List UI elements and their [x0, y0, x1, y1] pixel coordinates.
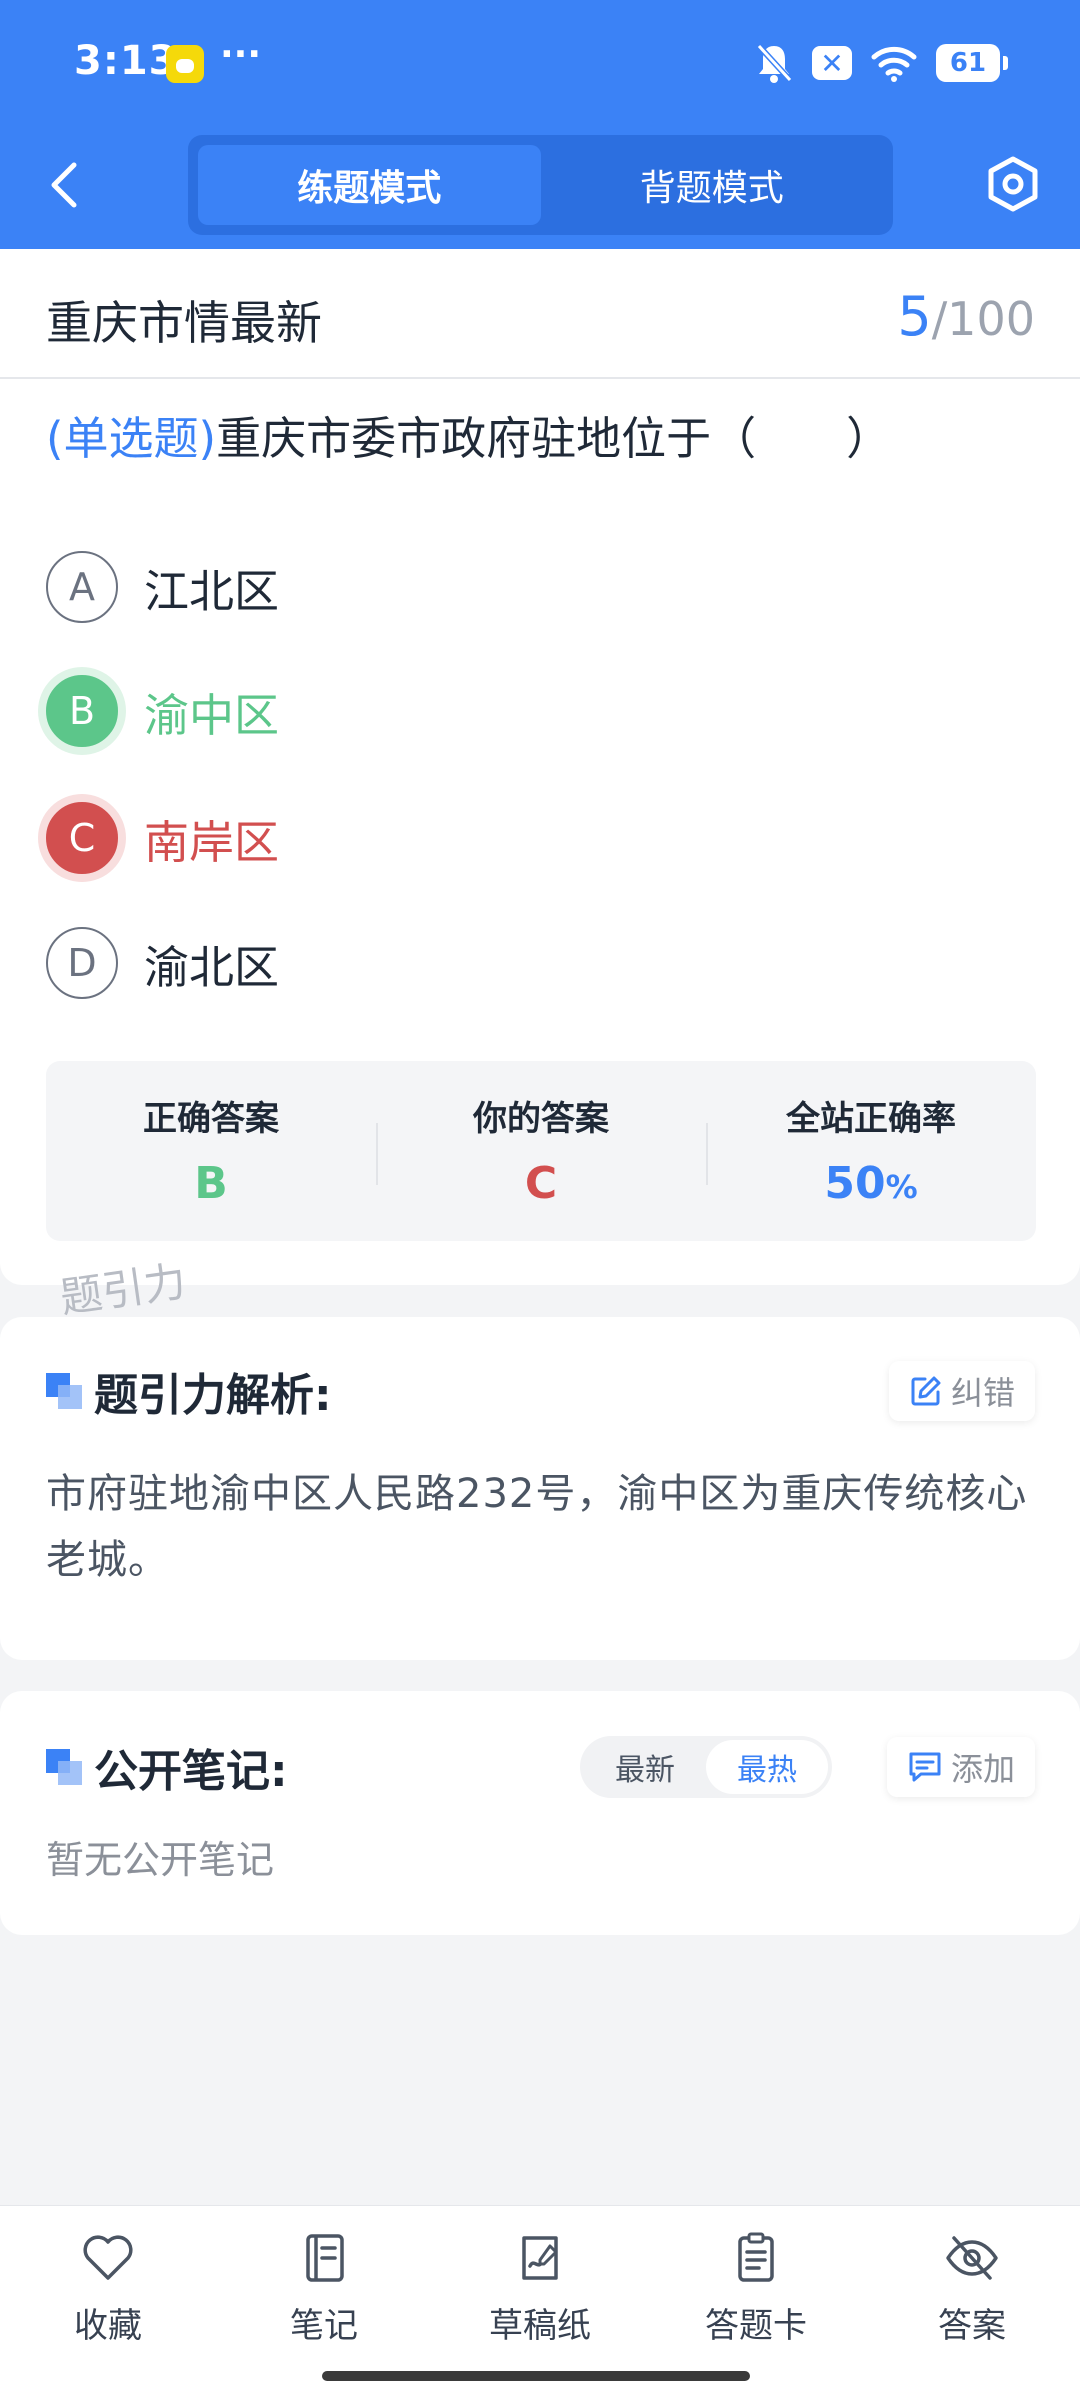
nav-favorite[interactable]: 收藏 [0, 2228, 216, 2347]
practice-screen: 3:13 ··· ✕ 61 练题模式 背题模式 重庆市情最新 5/100 (单选… [0, 0, 1080, 2400]
nav-notes[interactable]: 笔记 [216, 2228, 432, 2347]
question-text: (单选题)重庆市委市政府驻地位于（ ） [46, 407, 1036, 471]
rate-number: 50 [824, 1158, 886, 1209]
nav-label: 草稿纸 [489, 2306, 591, 2346]
question-card: 重庆市情最新 5/100 (单选题)重庆市委市政府驻地位于（ ） A 江北区 B… [0, 249, 1080, 1285]
option-d[interactable]: D 渝北区 [46, 925, 946, 1001]
public-notes-card: 公开笔记: 最新 最热 添加 暂无公开笔记 [0, 1691, 1080, 1935]
answer-sheet-icon [738, 2232, 774, 2282]
status-time: 3:13 [74, 38, 178, 84]
status-bar: 3:13 ··· ✕ 61 [0, 0, 1080, 125]
option-b[interactable]: B 渝中区 [46, 673, 946, 749]
comment-icon [909, 1752, 941, 1782]
tab-practice-mode[interactable]: 练题模式 [198, 145, 541, 225]
option-text: 江北区 [144, 564, 280, 618]
question-counter: 5/100 [897, 285, 1035, 348]
option-letter: C [46, 802, 118, 874]
analysis-text: 市府驻地渝中区人民路232号，渝中区为重庆传统核心老城。 [46, 1471, 1028, 1583]
notes-sort-toggle: 最新 最热 [580, 1736, 832, 1798]
eye-off-icon [946, 2236, 998, 2280]
analysis-title: 题引力解析: [94, 1370, 332, 1421]
correct-answer-value: B [194, 1158, 228, 1209]
report-error-button[interactable]: 纠错 [888, 1361, 1035, 1421]
add-note-label: 添加 [950, 1750, 1015, 1788]
question-bank-title: 重庆市情最新 [46, 296, 322, 350]
question-type: (单选题) [46, 412, 217, 465]
accuracy-rate-stat: 全站正确率 50% [706, 1061, 1036, 1241]
heart-icon [83, 2235, 133, 2280]
nav-label: 答题卡 [705, 2306, 807, 2346]
nav-answer[interactable]: 答案 [864, 2228, 1080, 2347]
header: 3:13 ··· ✕ 61 练题模式 背题模式 [0, 0, 1080, 249]
correct-answer-stat: 正确答案 B [46, 1061, 376, 1241]
add-note-button[interactable]: 添加 [886, 1737, 1035, 1797]
settings-hexagon-icon[interactable] [986, 155, 1040, 213]
mute-bell-icon [756, 43, 793, 83]
option-letter: B [46, 675, 118, 747]
app-notification-icon [166, 45, 204, 83]
status-icons: ✕ 61 [754, 40, 1008, 86]
option-c[interactable]: C 南岸区 [46, 800, 946, 876]
sort-hottest[interactable]: 最热 [706, 1740, 828, 1794]
back-arrow-icon[interactable] [44, 157, 84, 213]
report-error-label: 纠错 [950, 1374, 1015, 1412]
edit-icon [911, 1376, 941, 1406]
analysis-card: 题引力解析: 纠错 市府驻地渝中区人民路232号，渝中区为重庆传统核心老城。 [0, 1317, 1080, 1660]
section-square-icon [46, 1749, 82, 1785]
nav-draft-paper[interactable]: 草稿纸 [432, 2228, 648, 2347]
accuracy-rate-value: 50% [706, 1158, 1036, 1209]
nav-answer-sheet[interactable]: 答题卡 [648, 2228, 864, 2347]
nav-label: 笔记 [290, 2306, 358, 2346]
tab-memorize-mode[interactable]: 背题模式 [541, 145, 884, 225]
notebook-icon [306, 2234, 344, 2282]
current-question-number: 5 [897, 285, 932, 348]
your-answer-stat: 你的答案 C [376, 1061, 706, 1241]
option-letter: A [46, 551, 118, 623]
question-header: 重庆市情最新 5/100 [0, 249, 1080, 379]
total-questions: /100 [931, 292, 1035, 346]
more-notifications-icon: ··· [220, 34, 262, 75]
rate-unit: % [885, 1168, 918, 1206]
wifi-icon [871, 46, 917, 82]
nav-label: 答案 [938, 2306, 1006, 2346]
option-a[interactable]: A 江北区 [46, 549, 946, 625]
notes-empty-text: 暂无公开笔记 [46, 1838, 275, 1882]
stat-label: 全站正确率 [786, 1099, 956, 1139]
draft-paper-icon [522, 2236, 558, 2280]
option-text: 南岸区 [144, 815, 280, 869]
question-stem: 重庆市委市政府驻地位于（ ） [216, 412, 892, 465]
sort-newest[interactable]: 最新 [584, 1740, 706, 1794]
answer-stats: 正确答案 B 你的答案 C 全站正确率 50% [46, 1061, 1036, 1241]
option-letter: D [46, 927, 118, 999]
close-badge-icon: ✕ [812, 46, 852, 80]
stat-label: 你的答案 [473, 1099, 609, 1139]
nav-label: 收藏 [74, 2306, 142, 2346]
your-answer-value: C [524, 1158, 558, 1209]
battery-icon: 61 [936, 44, 1008, 82]
notes-title: 公开笔记: [94, 1746, 288, 1797]
home-indicator[interactable] [322, 2371, 750, 2381]
section-square-icon [46, 1373, 82, 1409]
stat-label: 正确答案 [143, 1099, 279, 1139]
option-text: 渝北区 [144, 940, 280, 994]
mode-switch: 练题模式 背题模式 [188, 135, 893, 235]
option-text: 渝中区 [144, 688, 280, 742]
